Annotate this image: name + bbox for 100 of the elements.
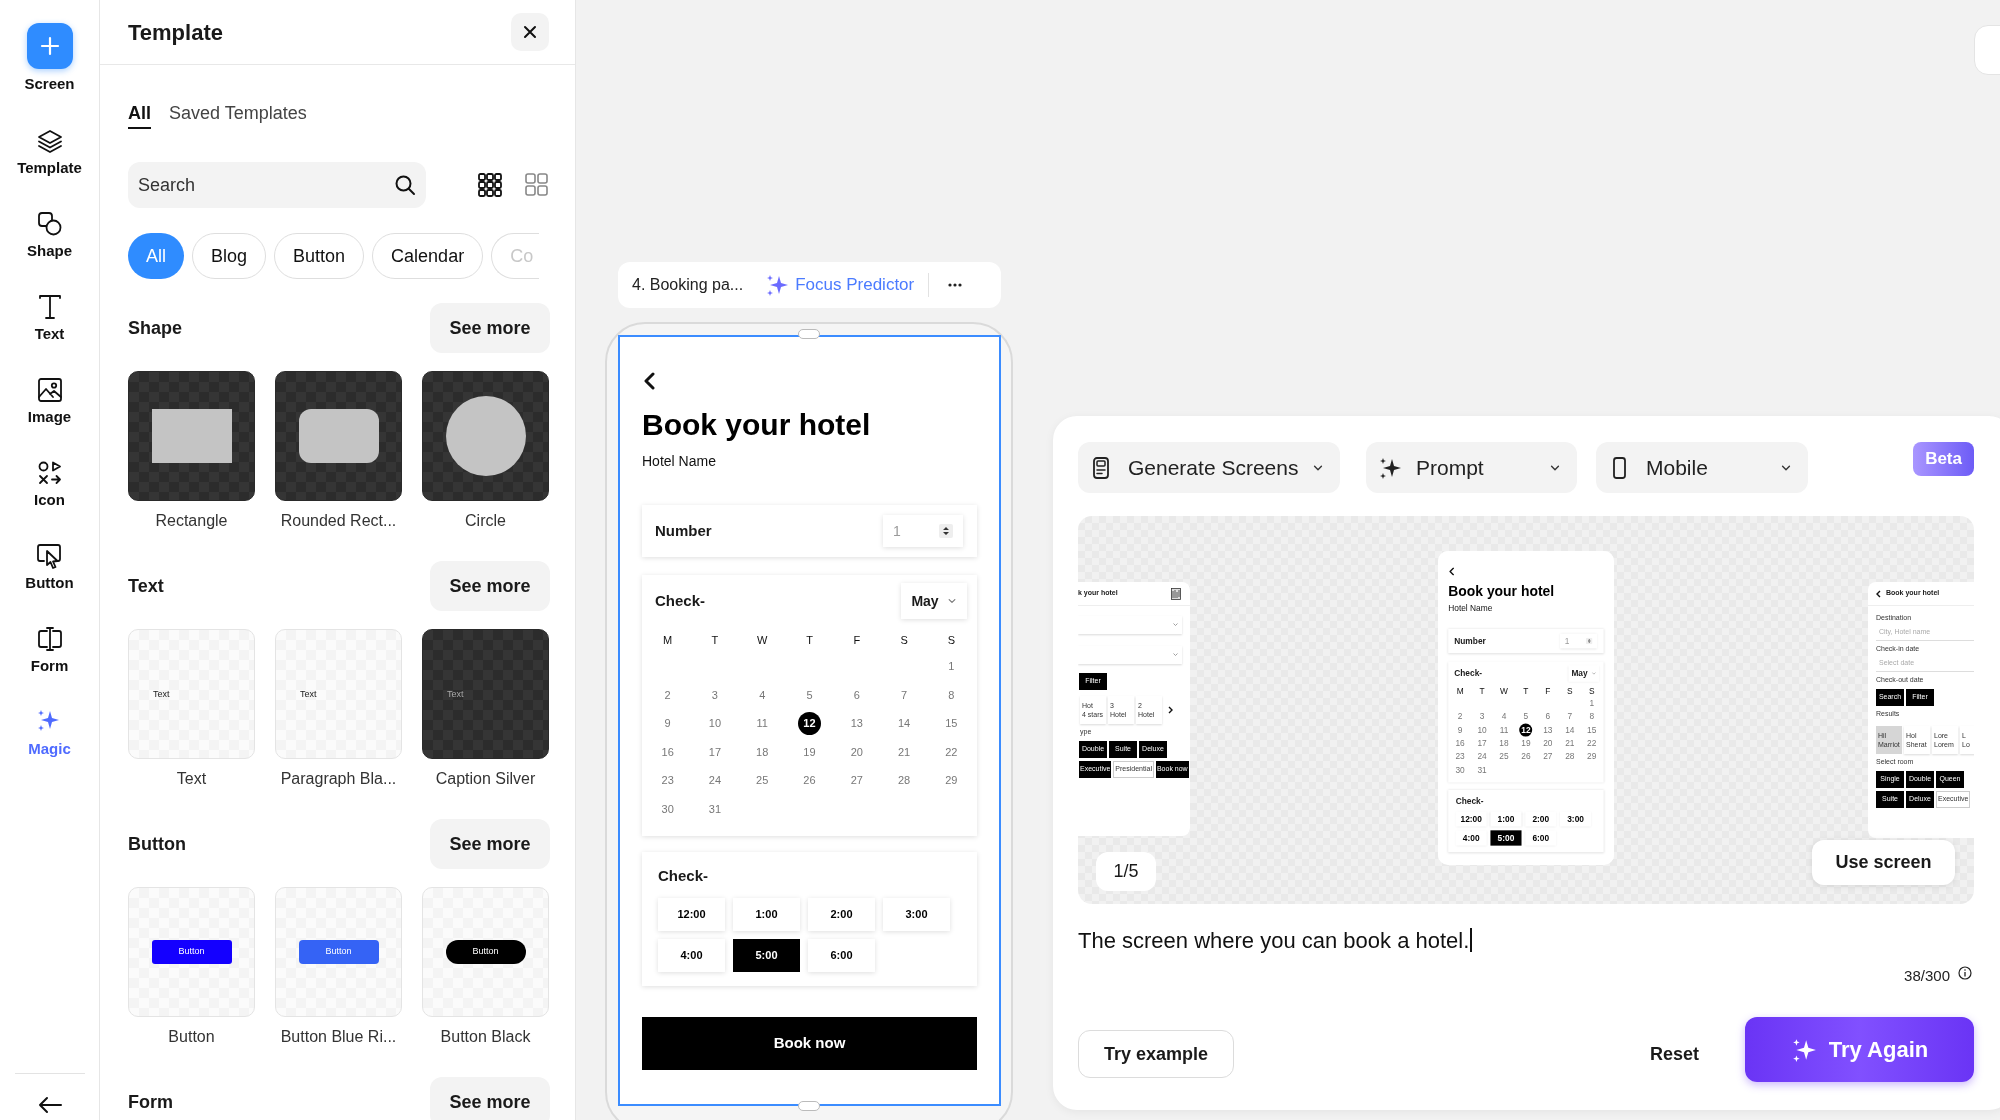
template-card[interactable]: Button <box>275 887 402 1017</box>
calendar-day[interactable]: 15 <box>1585 723 1599 737</box>
calendar-day[interactable]: 6 <box>1541 710 1555 724</box>
time-slot[interactable]: 3:00 <box>883 897 950 931</box>
grid-view-button[interactable] <box>477 172 503 198</box>
calendar-day[interactable]: 3 <box>1475 710 1489 724</box>
calendar-day[interactable]: 30 <box>656 797 680 821</box>
calendar-day[interactable]: 18 <box>1497 737 1511 751</box>
month-select[interactable]: May <box>901 583 967 619</box>
calendar-day[interactable]: 27 <box>845 769 869 793</box>
calendar-day[interactable]: 14 <box>1563 723 1577 737</box>
calendar-day[interactable]: 13 <box>1541 723 1555 737</box>
see-more-button[interactable]: See more <box>430 819 550 869</box>
calendar-day[interactable]: 9 <box>656 712 680 735</box>
calendar-day[interactable]: 7 <box>892 683 916 707</box>
see-more-button[interactable]: See more <box>430 1077 550 1120</box>
calendar-day[interactable]: 17 <box>1475 737 1489 751</box>
template-card[interactable]: Text <box>128 629 255 759</box>
prompt-field[interactable]: The screen where you can book a hotel. <box>1078 918 1974 962</box>
calendar-day[interactable]: 2 <box>656 683 680 707</box>
calendar-day[interactable]: 21 <box>892 740 916 764</box>
time-slot[interactable]: 6:00 <box>1525 830 1557 846</box>
calendar-day[interactable]: 26 <box>798 769 821 793</box>
time-slot[interactable]: 3:00 <box>1560 811 1592 827</box>
calendar-day[interactable]: 19 <box>1519 737 1533 751</box>
calendar-day[interactable]: 4 <box>1497 710 1511 724</box>
time-slot[interactable]: 5:00 <box>1490 830 1522 846</box>
time-slot[interactable]: 6:00 <box>808 938 875 972</box>
calendar-day[interactable]: 29 <box>939 769 963 793</box>
calendar-day[interactable]: 29 <box>1585 750 1599 764</box>
calendar-day[interactable]: 11 <box>750 712 774 735</box>
calendar-day[interactable]: 25 <box>1497 750 1511 764</box>
calendar-day[interactable]: 15 <box>939 712 963 735</box>
calendar-day[interactable]: 22 <box>939 740 963 764</box>
time-slot[interactable]: 2:00 <box>1525 811 1557 827</box>
resize-handle[interactable] <box>798 329 820 339</box>
tool-button[interactable]: Image <box>1 359 98 442</box>
calendar-day[interactable]: 17 <box>703 740 727 764</box>
calendar-day[interactable]: 22 <box>1585 737 1599 751</box>
tab[interactable]: Saved Templates <box>169 101 307 129</box>
see-more-button[interactable]: See more <box>430 561 550 611</box>
time-slot[interactable]: 4:00 <box>658 938 725 972</box>
calendar-day[interactable]: 16 <box>656 740 680 764</box>
tab[interactable]: All <box>128 101 151 129</box>
dropdown[interactable]: Generate Screens <box>1078 442 1340 493</box>
calendar-day[interactable]: 5 <box>1519 710 1533 724</box>
dropdown[interactable]: Prompt <box>1366 442 1577 493</box>
calendar-day[interactable]: 3 <box>703 683 727 707</box>
calendar-day[interactable]: 28 <box>1563 750 1577 764</box>
calendar-day[interactable]: 20 <box>1541 737 1555 751</box>
calendar-day[interactable]: 5 <box>798 683 821 707</box>
try-again-button[interactable]: Try Again <box>1745 1017 1974 1082</box>
template-card[interactable]: Text <box>422 629 549 759</box>
calendar-day[interactable]: 23 <box>1453 750 1467 764</box>
calendar-day[interactable]: 21 <box>1563 737 1577 751</box>
time-slot[interactable]: 4:00 <box>1455 830 1487 846</box>
calendar-day[interactable]: 1 <box>1585 697 1599 711</box>
calendar-day[interactable]: 24 <box>1475 750 1489 764</box>
resize-handle[interactable] <box>798 1101 820 1111</box>
tool-button[interactable]: Text <box>1 276 98 359</box>
tool-button[interactable]: Form <box>1 608 98 691</box>
time-slot[interactable]: 12:00 <box>1455 811 1487 827</box>
calendar-day[interactable]: 4 <box>750 683 774 707</box>
calendar-day[interactable]: 31 <box>703 797 727 821</box>
template-card[interactable]: Text <box>275 629 402 759</box>
close-button[interactable] <box>511 13 549 51</box>
screen-preview[interactable]: Book your hotel Hotel Name Number 1 Check- May M T W T F S S 1 2 3 4 5 6 7 8 9 10 11 12 13 14 15 16 17 18 19 20 21 22 23 24 25 26 27 28 29 30 31 Check- 12:00 1:00 2:00 3:00 4:00 5:00 6:00 <box>1438 551 1614 865</box>
calendar-day[interactable]: 13 <box>845 712 869 735</box>
calendar-day[interactable]: 19 <box>798 740 821 764</box>
try-example-button[interactable]: Try example <box>1078 1030 1234 1078</box>
time-slot[interactable]: 1:00 <box>1490 811 1522 827</box>
template-card[interactable]: Button <box>128 887 255 1017</box>
calendar-day[interactable]: 1 <box>939 654 963 678</box>
calendar-day[interactable]: 10 <box>703 712 727 735</box>
calendar-day[interactable]: 31 <box>1475 763 1489 777</box>
calendar-day[interactable]: 14 <box>892 712 916 735</box>
calendar-day[interactable]: 23 <box>656 769 680 793</box>
template-card[interactable] <box>128 371 255 501</box>
tool-button[interactable]: Magic <box>1 691 98 774</box>
tool-button[interactable]: Shape <box>1 193 98 276</box>
calendar-day[interactable]: 8 <box>939 683 963 707</box>
calendar-day[interactable]: 2 <box>1453 710 1467 724</box>
month-select[interactable]: May <box>1568 665 1599 682</box>
reset-button[interactable]: Reset <box>1647 1034 1701 1074</box>
template-card[interactable] <box>275 371 402 501</box>
calendar-day[interactable]: 9 <box>1453 723 1467 737</box>
tool-button[interactable]: Icon <box>1 442 98 525</box>
calendar-day[interactable]: 12 <box>798 712 821 735</box>
calendar-day[interactable]: 7 <box>1563 710 1577 724</box>
calendar-day[interactable]: 30 <box>1453 763 1467 777</box>
calendar-day[interactable]: 10 <box>1475 723 1489 737</box>
see-more-button[interactable]: See more <box>430 303 550 353</box>
calendar-day[interactable]: 24 <box>703 769 727 793</box>
calendar-day[interactable]: 26 <box>1519 750 1533 764</box>
template-card[interactable] <box>422 371 549 501</box>
time-slot[interactable]: 2:00 <box>808 897 875 931</box>
time-slot[interactable]: 12:00 <box>658 897 725 931</box>
use-screen-button[interactable]: Use screen <box>1812 840 1955 885</box>
calendar-day[interactable]: 6 <box>845 683 869 707</box>
screen-preview[interactable] <box>1868 582 1974 838</box>
